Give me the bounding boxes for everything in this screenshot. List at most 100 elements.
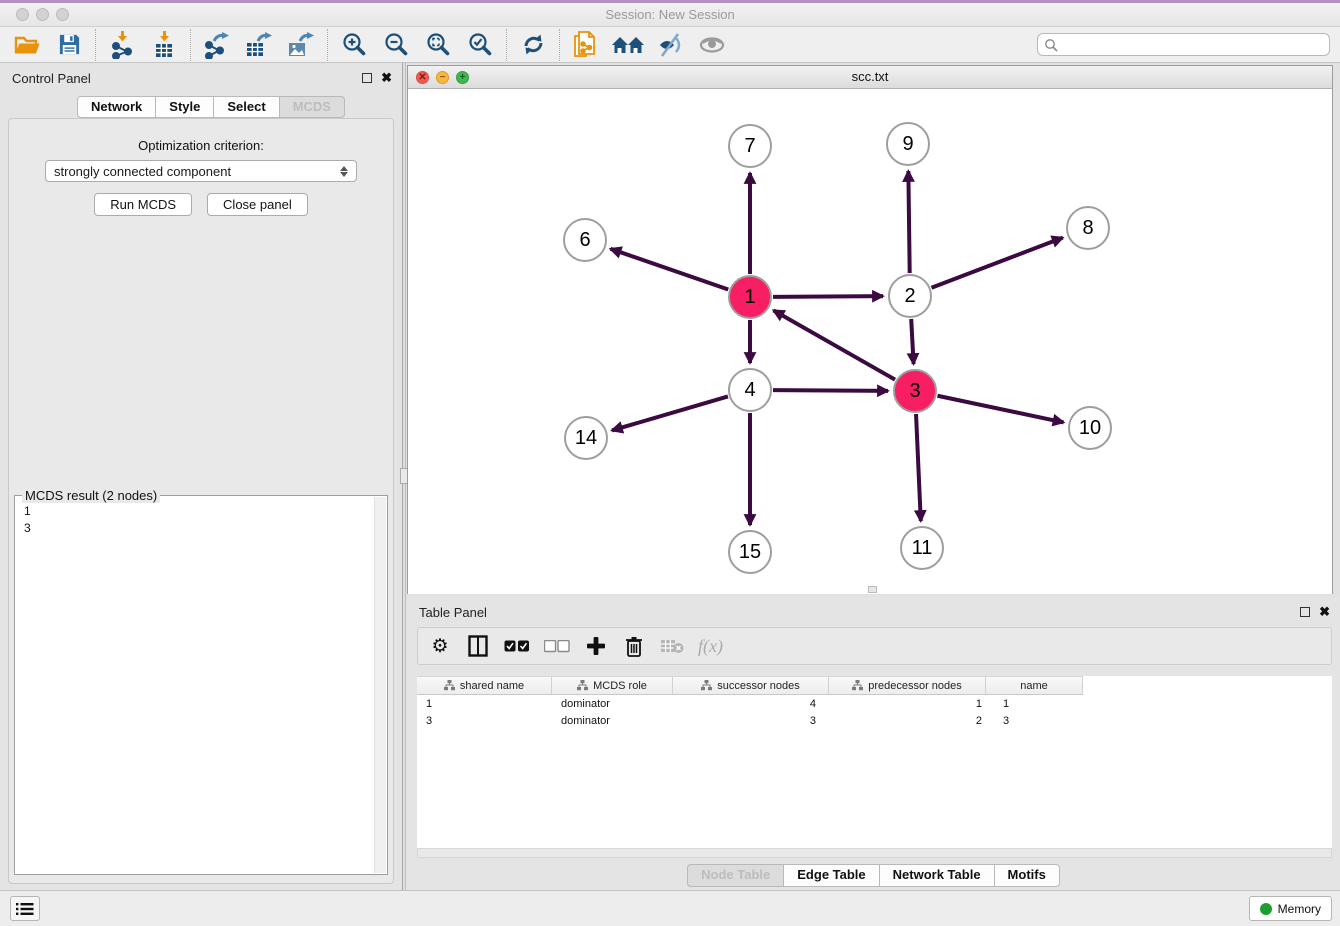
table-row[interactable]: 1 dominator 4 1 1 xyxy=(417,695,1332,712)
close-table-panel-icon[interactable]: ✖ xyxy=(1319,606,1330,618)
graph-node-10[interactable]: 10 xyxy=(1068,406,1112,450)
column-label: successor nodes xyxy=(717,680,800,692)
search-field[interactable] xyxy=(1037,33,1330,56)
graph-node-8[interactable]: 8 xyxy=(1066,206,1110,250)
delete-table-button[interactable] xyxy=(660,633,684,659)
column-header-shared-name[interactable]: shared name xyxy=(417,676,552,695)
graph-edge-1-2[interactable] xyxy=(773,296,883,297)
close-view-button[interactable]: ✕ xyxy=(416,71,429,84)
search-input[interactable] xyxy=(1058,37,1323,53)
table-horizontal-scrollbar[interactable] xyxy=(417,848,1332,858)
table-panel-title: Table Panel xyxy=(419,605,487,620)
node-table: shared name MCDS role successor nodes pr… xyxy=(417,676,1332,848)
tab-mcds[interactable]: MCDS xyxy=(280,96,345,118)
graph-edge-1-6[interactable] xyxy=(611,249,729,290)
graph-edge-3-11[interactable] xyxy=(916,414,921,521)
tab-network-table[interactable]: Network Table xyxy=(880,864,995,887)
task-history-button[interactable] xyxy=(10,896,40,921)
zoom-window-button[interactable] xyxy=(56,8,69,21)
result-scrollbar[interactable] xyxy=(374,497,386,873)
tab-node-table[interactable]: Node Table xyxy=(687,864,784,887)
graph-edge-2-8[interactable] xyxy=(931,238,1062,288)
graph-node-4[interactable]: 4 xyxy=(728,368,772,412)
table-panel: Table Panel ✖ ⚙ xyxy=(407,597,1340,890)
import-table-button[interactable] xyxy=(143,29,185,61)
import-table-icon xyxy=(151,31,178,59)
deselect-all-button[interactable] xyxy=(544,633,570,659)
export-table-button[interactable] xyxy=(238,29,280,61)
graph-edge-4-3[interactable] xyxy=(773,390,888,391)
mcds-panel: Optimization criterion: strongly connect… xyxy=(8,118,394,884)
export-image-button[interactable] xyxy=(280,29,322,61)
close-window-button[interactable] xyxy=(16,8,29,21)
network-canvas[interactable]: 7 9 6 8 1 2 4 3 14 10 15 11 xyxy=(408,89,1332,594)
export-network-button[interactable] xyxy=(196,29,238,61)
graph-node-9[interactable]: 9 xyxy=(886,122,930,166)
vertical-splitter[interactable] xyxy=(402,63,406,890)
horizontal-splitter-grip[interactable] xyxy=(868,586,877,593)
network-window-titlebar[interactable]: ✕ − + scc.txt xyxy=(408,66,1332,89)
graph-edge-2-9[interactable] xyxy=(908,171,909,273)
mcds-result-box: MCDS result (2 nodes) 1 3 xyxy=(14,495,388,875)
table-row[interactable]: 3 dominator 3 2 3 xyxy=(417,712,1332,729)
import-network-icon xyxy=(109,31,136,59)
tab-network[interactable]: Network xyxy=(77,96,156,118)
mcds-result-list[interactable]: 1 3 xyxy=(15,496,387,544)
criterion-dropdown[interactable]: strongly connected component xyxy=(45,160,357,182)
graph-node-6[interactable]: 6 xyxy=(563,218,607,262)
tab-edge-table[interactable]: Edge Table xyxy=(784,864,879,887)
close-panel-button[interactable]: Close panel xyxy=(207,193,308,216)
graph-node-15[interactable]: 15 xyxy=(728,530,772,574)
select-all-button[interactable] xyxy=(504,633,530,659)
network-view-title: scc.txt xyxy=(408,66,1332,88)
open-session-button[interactable] xyxy=(6,29,48,61)
column-header-predecessor-nodes[interactable]: predecessor nodes xyxy=(829,676,986,695)
float-table-panel-icon[interactable] xyxy=(1300,607,1310,617)
tab-style[interactable]: Style xyxy=(156,96,214,118)
maximize-view-button[interactable]: + xyxy=(456,71,469,84)
graph-edge-4-14[interactable] xyxy=(612,396,728,430)
graph-edge-3-10[interactable] xyxy=(938,396,1064,423)
graph-edge-2-3[interactable] xyxy=(911,319,913,364)
zoom-fit-button[interactable] xyxy=(417,29,459,61)
zoom-in-button[interactable] xyxy=(333,29,375,61)
refresh-layout-button[interactable] xyxy=(512,29,554,61)
zoom-out-button[interactable] xyxy=(375,29,417,61)
show-details-button[interactable] xyxy=(691,29,733,61)
graph-node-11[interactable]: 11 xyxy=(900,526,944,570)
graph-node-14[interactable]: 14 xyxy=(564,416,608,460)
function-builder-button[interactable]: f(x) xyxy=(698,633,723,659)
column-header-mcds-role[interactable]: MCDS role xyxy=(552,676,673,695)
memory-button[interactable]: Memory xyxy=(1249,896,1332,921)
save-session-button[interactable] xyxy=(48,29,90,61)
show-details-icon xyxy=(698,34,726,56)
graph-node-3[interactable]: 3 xyxy=(893,369,937,413)
zoom-selected-button[interactable] xyxy=(459,29,501,61)
minimize-view-button[interactable]: − xyxy=(436,71,449,84)
tab-select[interactable]: Select xyxy=(214,96,279,118)
settings-gear-button[interactable]: ⚙ xyxy=(428,633,452,659)
home-button[interactable] xyxy=(607,29,649,61)
split-columns-button[interactable] xyxy=(466,633,490,659)
cell-name: 3 xyxy=(986,712,1083,729)
minimize-window-button[interactable] xyxy=(36,8,49,21)
float-panel-icon[interactable] xyxy=(362,73,372,83)
import-network-button[interactable] xyxy=(101,29,143,61)
delete-column-button[interactable] xyxy=(622,633,646,659)
column-header-name[interactable]: name xyxy=(986,676,1083,695)
tab-motifs[interactable]: Motifs xyxy=(995,864,1060,887)
new-network-button[interactable] xyxy=(565,29,607,61)
window-controls[interactable] xyxy=(16,8,69,21)
column-header-successor-nodes[interactable]: successor nodes xyxy=(673,676,829,695)
mcds-result-line: 3 xyxy=(24,520,378,537)
table-tabs: Node Table Edge Table Network Table Moti… xyxy=(407,864,1340,887)
hide-details-button[interactable] xyxy=(649,29,691,61)
graph-node-7[interactable]: 7 xyxy=(728,124,772,168)
graph-node-2[interactable]: 2 xyxy=(888,274,932,318)
run-mcds-button[interactable]: Run MCDS xyxy=(94,193,192,216)
graph-edge-3-1[interactable] xyxy=(773,310,895,379)
add-column-button[interactable] xyxy=(584,633,608,659)
export-image-icon xyxy=(286,31,316,59)
graph-node-1[interactable]: 1 xyxy=(728,275,772,319)
close-panel-icon[interactable]: ✖ xyxy=(381,72,392,84)
